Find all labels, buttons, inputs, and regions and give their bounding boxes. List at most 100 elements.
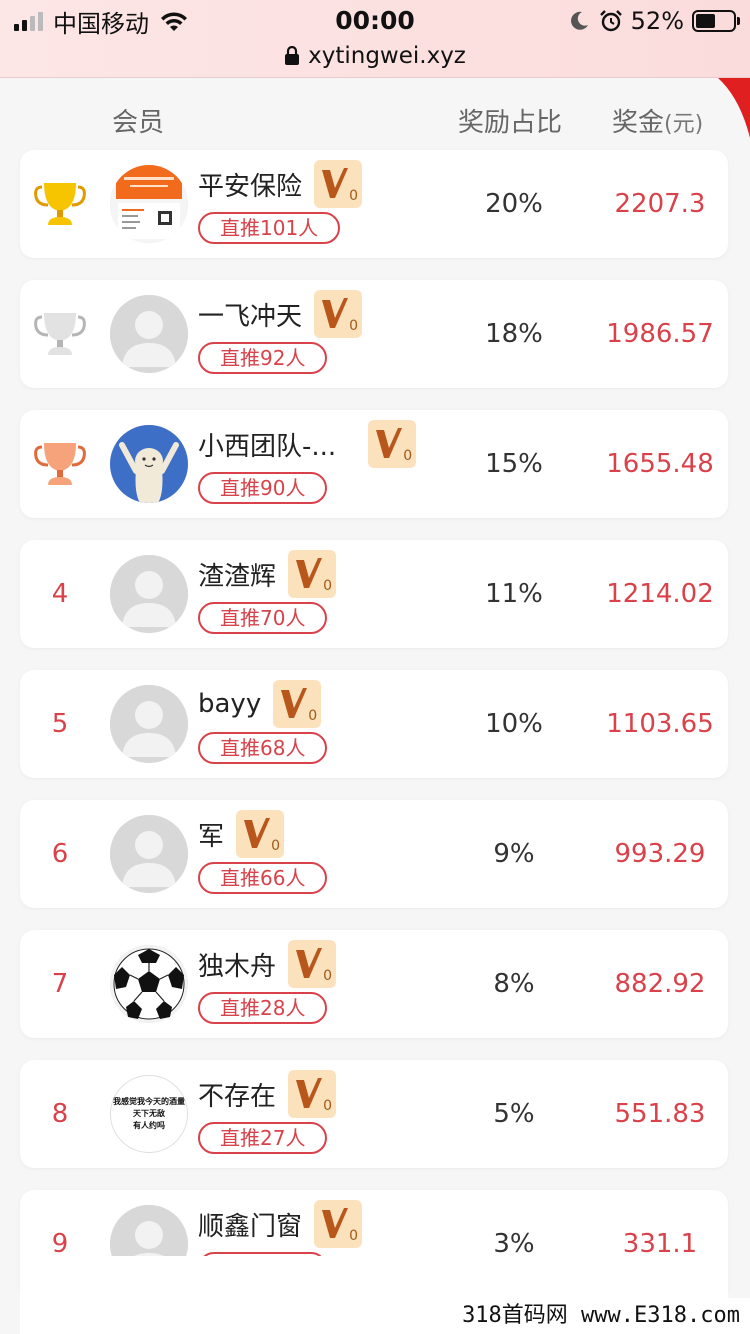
ranking-row[interactable]: 7 独木舟 0 直推28人 8% 882.92: [20, 930, 728, 1038]
page-url: xytingwei.xyz: [308, 43, 466, 69]
ranking-row[interactable]: 一飞冲天 0 直推92人 18% 1986.57: [20, 280, 728, 388]
status-right: 52%: [567, 6, 740, 36]
avatar[interactable]: 我感觉我今天的酒量 天下无敌有人约吗: [110, 1075, 188, 1153]
rank-badge: 4: [20, 540, 100, 648]
rank-badge: [20, 280, 100, 388]
bonus-amount: 2207.3: [614, 189, 706, 219]
avatar[interactable]: [110, 815, 188, 893]
ranking-row[interactable]: 6 军 0 直推66人 9% 993.29: [20, 800, 728, 908]
avatar-text-line: 我感觉我今天的酒量: [113, 1097, 185, 1106]
member-name: 一飞冲天: [198, 301, 303, 332]
pingan-avatar: [110, 165, 188, 243]
bonus-amount: 993.29: [614, 839, 706, 869]
watermark: 318首码网 www.E318.com: [452, 1298, 750, 1334]
member-name-line: 独木舟 0: [198, 940, 337, 988]
member-name: 不存在: [198, 1081, 277, 1112]
header-member: 会员: [112, 108, 165, 138]
member-name: 渣渣辉: [198, 561, 277, 592]
soccer-ball-avatar: [110, 945, 188, 1023]
vip-v-icon: [296, 948, 323, 978]
vip-level: 0: [323, 578, 333, 594]
default-avatar: [110, 815, 188, 893]
member-name-line: 渣渣辉 0: [198, 550, 337, 598]
reward-ratio: 18%: [485, 319, 543, 349]
header-ratio: 奖励占比: [458, 108, 563, 138]
default-avatar: [110, 555, 188, 633]
avatar[interactable]: [110, 425, 188, 503]
vip-badge: 0: [236, 810, 285, 858]
status-bar: 中国移动 00:00 52% xytingwei.xyz: [0, 0, 750, 78]
bonus-amount: 551.83: [614, 1099, 706, 1129]
rank-number: 9: [51, 1229, 69, 1259]
rank-badge: [20, 150, 100, 258]
ranking-row[interactable]: 8 我感觉我今天的酒量 天下无敌 有人约吗 不存在 0 直推27人 5% 551.83: [20, 1060, 728, 1168]
referral-count-badge: 直推70人: [198, 602, 328, 634]
avatar[interactable]: [110, 945, 188, 1023]
avatar-text-line: 天下无敌: [133, 1109, 165, 1118]
rank-number: 6: [51, 839, 69, 869]
reward-ratio: 10%: [485, 709, 543, 739]
vip-badge: 0: [314, 1200, 363, 1248]
reward-ratio: 9%: [493, 839, 535, 869]
vip-v-icon: [376, 428, 403, 458]
cartoon-avatar: [110, 425, 188, 503]
bonus-amount: 882.92: [614, 969, 706, 999]
member-name: 军: [198, 821, 225, 852]
member-name: 平安保险: [198, 171, 303, 202]
avatar-text-line: 有人约吗: [133, 1121, 165, 1130]
reward-ratio: 8%: [493, 969, 535, 999]
rank-badge: 6: [20, 800, 100, 908]
vip-level: 0: [403, 448, 413, 464]
avatar[interactable]: [110, 295, 188, 373]
ranking-row[interactable]: 4 渣渣辉 0 直推70人 11% 1214.02: [20, 540, 728, 648]
referral-count-badge: 直推66人: [198, 862, 328, 894]
vip-v-icon: [322, 298, 349, 328]
referral-count-badge: 直推68人: [198, 732, 328, 764]
rank-number: 8: [51, 1099, 69, 1129]
rank-badge: [20, 410, 100, 518]
vip-level: 0: [349, 188, 359, 204]
vip-level: 0: [349, 318, 359, 334]
ranking-row[interactable]: 平安保险 0 直推101人 20% 2207.3: [20, 150, 728, 258]
battery-percent: 52%: [630, 7, 684, 35]
silver-trophy-icon: [34, 313, 86, 355]
battery-icon: [692, 10, 740, 32]
vip-level: 0: [349, 1228, 359, 1244]
bonus-amount: 1103.65: [606, 709, 714, 739]
bonus-amount: 1214.02: [606, 579, 714, 609]
vip-v-icon: [296, 1078, 323, 1108]
ranking-row[interactable]: 5 bayy 0 直推68人 10% 1103.65: [20, 670, 728, 778]
referral-count-badge: 直推90人: [198, 472, 328, 504]
rank-badge: 7: [20, 930, 100, 1038]
member-name: 小西团队-...: [198, 431, 337, 462]
rank-badge: 8: [20, 1060, 100, 1168]
battery-fill: [696, 14, 715, 28]
vip-v-icon: [281, 688, 308, 718]
vip-v-icon: [322, 168, 349, 198]
member-name-line: 一飞冲天 0: [198, 290, 363, 338]
member-name-line: 不存在 0: [198, 1070, 337, 1118]
vip-v-icon: [296, 558, 323, 588]
address-bar[interactable]: xytingwei.xyz: [0, 40, 750, 72]
vip-level: 0: [323, 1098, 333, 1114]
bonus-amount: 1655.48: [606, 449, 714, 479]
ranking-row[interactable]: 小西团队-... 0 直推90人 15% 1655.48: [20, 410, 728, 518]
vip-level: 0: [308, 708, 318, 724]
moon-icon: [570, 11, 588, 30]
header-bonus-label: 奖金: [612, 108, 665, 138]
avatar[interactable]: [110, 685, 188, 763]
avatar[interactable]: [110, 165, 188, 243]
lock-icon: [285, 46, 300, 65]
vip-badge: 0: [288, 550, 337, 598]
reward-ratio: 5%: [493, 1099, 535, 1129]
avatar[interactable]: [110, 555, 188, 633]
vip-badge: 0: [314, 290, 363, 338]
referral-count-badge: 直推27人: [198, 1122, 328, 1154]
vip-level: 0: [323, 968, 333, 984]
vip-badge: 0: [368, 420, 417, 468]
table-header: 会员 奖励占比 奖金(元): [0, 102, 750, 142]
ranking-page: 会员 奖励占比 奖金(元) 平安保险 0 直推101人 20% 2207.3 一飞冲天 0 直…: [0, 78, 750, 1334]
vip-badge: 0: [288, 940, 337, 988]
referral-count-badge: 直推101人: [198, 212, 341, 244]
member-name-line: 小西团队-... 0: [198, 420, 417, 468]
